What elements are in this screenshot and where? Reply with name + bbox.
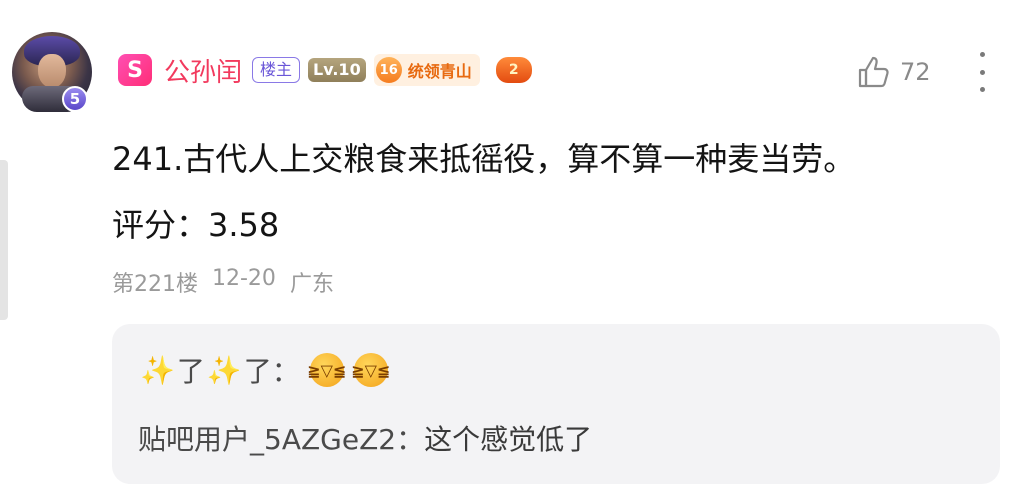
reply-box[interactable]: ✨ 了 ✨ 了 ： ≧▽≦ ≧▽≦ 贴吧用户_5AZGeZ2：这个感觉低了 bbox=[112, 324, 1000, 484]
reply-content: 这个感觉低了 bbox=[424, 423, 593, 456]
post-date: 12-20 bbox=[212, 266, 276, 291]
reply-username-part[interactable]: 了 bbox=[244, 350, 272, 390]
post-content: 241.古代人上交粮食来抵徭役，算不算一种麦当劳。 bbox=[112, 140, 856, 178]
post-meta: 第221楼 12-20 广东 bbox=[112, 266, 334, 298]
reply-item[interactable]: ✨ 了 ✨ 了 ： ≧▽≦ ≧▽≦ bbox=[138, 350, 390, 390]
username[interactable]: 公孙闰 bbox=[164, 52, 242, 89]
sparkle-icon: ✨ bbox=[206, 353, 242, 387]
title-text: 统领青山 bbox=[407, 62, 472, 81]
more-options-icon[interactable] bbox=[970, 52, 994, 92]
post-header: S 公孙闰 楼主 Lv.10 16 统领青山 2 bbox=[118, 50, 532, 90]
reply-username-part[interactable]: 了 bbox=[177, 350, 205, 390]
like-button[interactable]: 72 bbox=[856, 52, 931, 92]
title-level-icon: 16 bbox=[375, 57, 402, 83]
reply-separator: ： bbox=[396, 423, 425, 456]
avatar-face bbox=[38, 54, 66, 88]
sparkle-icon: ✨ bbox=[140, 353, 175, 387]
reply-username[interactable]: 贴吧用户_5AZGeZ2 bbox=[138, 423, 396, 456]
game-controller-badge-icon[interactable]: 2 bbox=[495, 57, 532, 83]
vip-icon[interactable]: S bbox=[118, 54, 152, 86]
level-tag: Lv.10 bbox=[308, 58, 366, 82]
floor-number: 第221楼 bbox=[112, 272, 198, 297]
post-location: 广东 bbox=[289, 272, 334, 297]
reply-separator: ： bbox=[271, 355, 300, 388]
grinning-squint-face-icon: ≧▽≦ bbox=[351, 353, 390, 387]
scroll-indicator[interactable] bbox=[0, 160, 8, 320]
reply-item[interactable]: 贴吧用户_5AZGeZ2：这个感觉低了 bbox=[138, 418, 592, 458]
thumbs-up-icon bbox=[858, 56, 889, 88]
title-tag[interactable]: 16 统领青山 bbox=[373, 54, 480, 86]
like-count: 72 bbox=[900, 58, 931, 86]
post-score: 评分：3.58 bbox=[112, 206, 280, 244]
grinning-squint-face-icon: ≧▽≦ bbox=[307, 353, 346, 387]
owner-tag: 楼主 bbox=[252, 57, 301, 83]
avatar-level-badge: 5 bbox=[62, 86, 88, 112]
